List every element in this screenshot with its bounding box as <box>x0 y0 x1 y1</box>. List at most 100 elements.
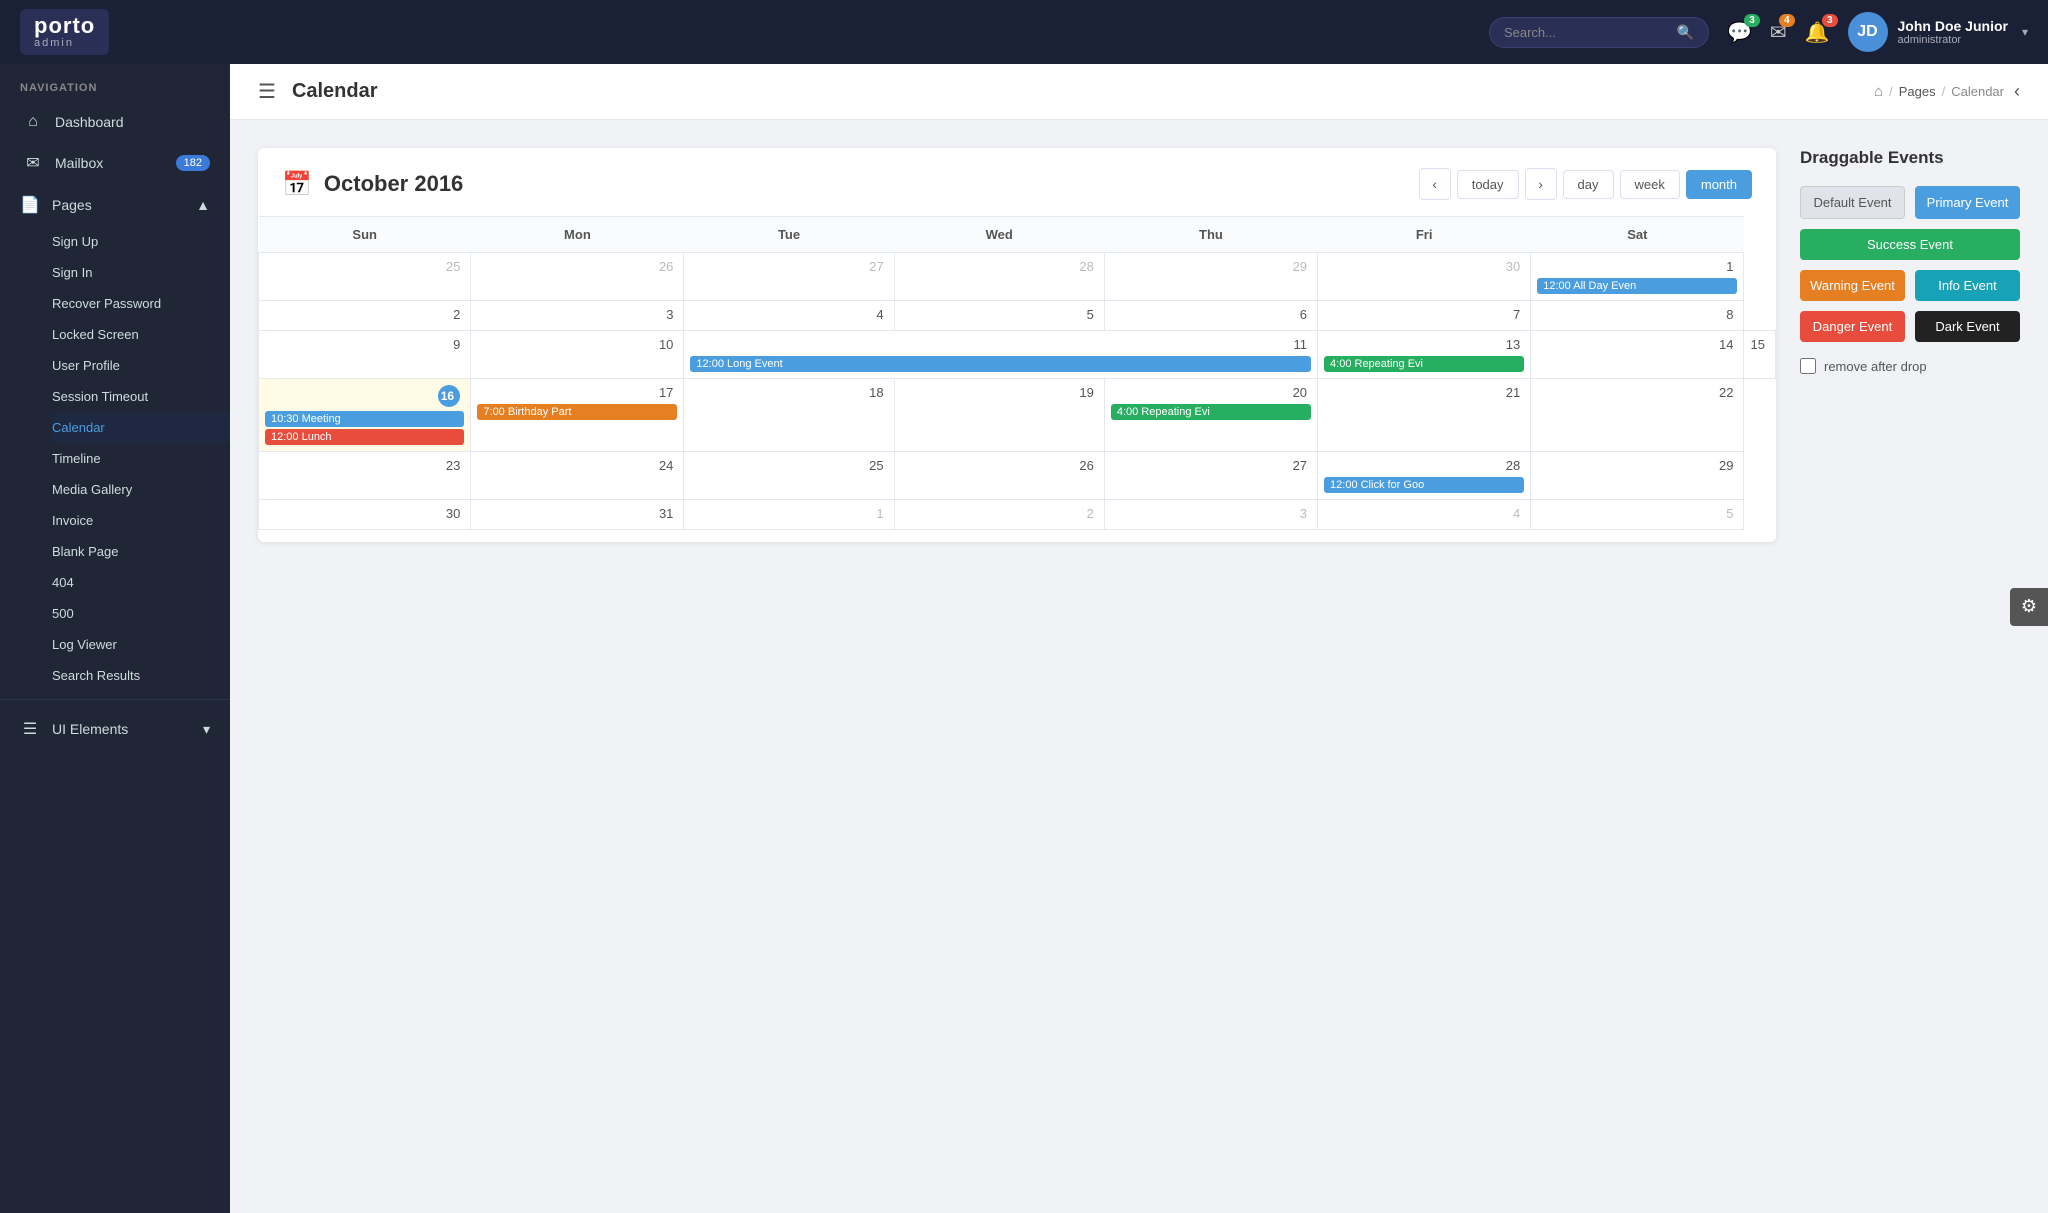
sidebar-item-500[interactable]: 500 <box>52 598 230 629</box>
cal-cell[interactable]: 9 <box>259 331 471 379</box>
cal-cell[interactable]: 3 <box>471 301 684 331</box>
sidebar-item-dashboard[interactable]: ⌂ Dashboard <box>0 102 230 142</box>
cal-cell[interactable]: 6 <box>1104 301 1317 331</box>
cal-cell[interactable]: 25 <box>259 253 471 301</box>
cal-cell[interactable]: 19 <box>894 379 1104 452</box>
sidebar-item-calendar[interactable]: Calendar <box>52 412 230 443</box>
sidebar-item-search-results[interactable]: Search Results <box>52 660 230 691</box>
cal-cell[interactable]: 29 <box>1531 452 1744 500</box>
cal-cell[interactable]: 24 <box>471 452 684 500</box>
cal-cell[interactable]: 3 <box>1104 500 1317 530</box>
drag-event-primary[interactable]: Primary Event <box>1915 186 2020 219</box>
sidebar-item-timeline[interactable]: Timeline <box>52 443 230 474</box>
cal-cell[interactable]: 5 <box>1531 500 1744 530</box>
cal-cell[interactable]: 134:00 Repeating Evi <box>1318 331 1531 379</box>
cal-cell[interactable]: 29 <box>1104 253 1317 301</box>
mail-badge: 4 <box>1779 14 1795 27</box>
cal-event[interactable]: 12:00 Click for Goo <box>1324 477 1524 493</box>
cal-cell[interactable]: 4 <box>684 301 894 331</box>
sidebar-item-mailbox[interactable]: ✉ Mailbox 182 <box>0 142 230 184</box>
remove-after-drop-label[interactable]: remove after drop <box>1824 359 1927 374</box>
sidebar-section-ui-elements[interactable]: ☰ UI Elements ▾ <box>0 708 230 750</box>
hamburger-button[interactable]: ☰ <box>258 79 276 104</box>
sidebar-item-log-viewer[interactable]: Log Viewer <box>52 629 230 660</box>
user-menu[interactable]: JD John Doe Junior administrator ▾ <box>1848 12 2028 52</box>
cal-cell[interactable]: 1 <box>684 500 894 530</box>
breadcrumb-home-icon[interactable]: ⌂ <box>1874 83 1883 100</box>
cal-cell[interactable]: 31 <box>471 500 684 530</box>
settings-fab[interactable]: ⚙ <box>2010 588 2048 626</box>
today-button[interactable]: today <box>1457 170 1519 199</box>
cal-cell[interactable]: 14 <box>1531 331 1744 379</box>
sidebar-item-label: Dashboard <box>55 114 124 130</box>
month-view-button[interactable]: month <box>1686 170 1752 199</box>
cal-cell[interactable]: 177:00 Birthday Part <box>471 379 684 452</box>
cal-cell[interactable]: 1112:00 Long Event12:00 Long Event <box>684 331 1318 379</box>
cal-cell[interactable]: 22 <box>1531 379 1744 452</box>
cal-cell[interactable]: 15 <box>1744 331 1776 379</box>
drag-event-danger[interactable]: Danger Event <box>1800 311 1905 342</box>
drag-event-dark[interactable]: Dark Event <box>1915 311 2020 342</box>
messages-icon-wrap[interactable]: 💬 3 <box>1727 20 1752 45</box>
sidebar-item-locked-screen[interactable]: Locked Screen <box>52 319 230 350</box>
search-input[interactable] <box>1504 25 1669 40</box>
sidebar-item-user-profile[interactable]: User Profile <box>52 350 230 381</box>
week-view-button[interactable]: week <box>1620 170 1680 199</box>
cal-event-long[interactable]: 12:00 Long Event <box>690 356 1311 372</box>
search-box[interactable]: 🔍 <box>1489 17 1709 48</box>
cal-cell[interactable]: 27 <box>1104 452 1317 500</box>
cal-event[interactable]: 7:00 Birthday Part <box>477 404 677 420</box>
collapse-sidebar-button[interactable]: ‹ <box>2014 81 2020 102</box>
mail-icon-wrap[interactable]: ✉ 4 <box>1770 20 1787 45</box>
cal-cell[interactable]: 204:00 Repeating Evi <box>1104 379 1317 452</box>
cal-event[interactable]: 12:00 All Day Even <box>1537 278 1737 294</box>
breadcrumb-pages-link[interactable]: Pages <box>1899 84 1936 99</box>
day-view-button[interactable]: day <box>1563 170 1614 199</box>
sidebar-section-pages[interactable]: 📄 Pages ▲ <box>0 184 230 226</box>
cal-event[interactable]: 10:30 Meeting <box>265 411 464 427</box>
remove-after-drop-checkbox[interactable] <box>1800 358 1816 374</box>
prev-month-button[interactable]: ‹ <box>1419 168 1451 200</box>
cal-cell[interactable]: 2 <box>259 301 471 331</box>
sidebar-item-sign-up[interactable]: Sign Up <box>52 226 230 257</box>
cal-cell[interactable]: 25 <box>684 452 894 500</box>
cal-cell[interactable]: 2812:00 Click for Goo <box>1318 452 1531 500</box>
drag-event-success[interactable]: Success Event <box>1800 229 2020 260</box>
sidebar-item-invoice[interactable]: Invoice <box>52 505 230 536</box>
cal-event[interactable]: 4:00 Repeating Evi <box>1111 404 1311 420</box>
main-content: ☰ Calendar ⌂ / Pages / Calendar ‹ <box>230 64 2048 1213</box>
cal-cell[interactable]: 112:00 All Day Even <box>1531 253 1744 301</box>
drag-event-default[interactable]: Default Event <box>1800 186 1905 219</box>
cal-cell[interactable]: 5 <box>894 301 1104 331</box>
drag-panel: Draggable Events Default Event Primary E… <box>1800 148 2020 374</box>
sidebar-item-sign-in[interactable]: Sign In <box>52 257 230 288</box>
sidebar-item-media-gallery[interactable]: Media Gallery <box>52 474 230 505</box>
mailbox-badge: 182 <box>176 155 210 171</box>
sidebar-item-404[interactable]: 404 <box>52 567 230 598</box>
next-month-button[interactable]: › <box>1525 168 1557 200</box>
alerts-icon-wrap[interactable]: 🔔 3 <box>1805 20 1830 45</box>
cal-cell[interactable]: 7 <box>1318 301 1531 331</box>
drag-event-info[interactable]: Info Event <box>1915 270 2020 301</box>
cal-cell[interactable]: 18 <box>684 379 894 452</box>
drag-event-warning[interactable]: Warning Event <box>1800 270 1905 301</box>
calendar-outer: 📅 October 2016 ‹ today › day week month <box>258 148 2020 542</box>
cal-cell[interactable]: 26 <box>471 253 684 301</box>
sidebar-item-session-timeout[interactable]: Session Timeout <box>52 381 230 412</box>
cal-cell[interactable]: 30 <box>1318 253 1531 301</box>
cal-cell[interactable]: 27 <box>684 253 894 301</box>
cal-event[interactable]: 4:00 Repeating Evi <box>1324 356 1524 372</box>
cal-cell[interactable]: 21 <box>1318 379 1531 452</box>
cal-event[interactable]: 12:00 Lunch <box>265 429 464 445</box>
cal-cell[interactable]: 2 <box>894 500 1104 530</box>
cal-cell[interactable]: 28 <box>894 253 1104 301</box>
cal-cell[interactable]: 1610:30 Meeting12:00 Lunch <box>259 379 471 452</box>
cal-cell[interactable]: 10 <box>471 331 684 379</box>
sidebar-item-blank-page[interactable]: Blank Page <box>52 536 230 567</box>
sidebar-item-recover-password[interactable]: Recover Password <box>52 288 230 319</box>
cal-cell[interactable]: 30 <box>259 500 471 530</box>
cal-cell[interactable]: 23 <box>259 452 471 500</box>
cal-cell[interactable]: 4 <box>1318 500 1531 530</box>
cal-cell[interactable]: 26 <box>894 452 1104 500</box>
cal-cell[interactable]: 8 <box>1531 301 1744 331</box>
